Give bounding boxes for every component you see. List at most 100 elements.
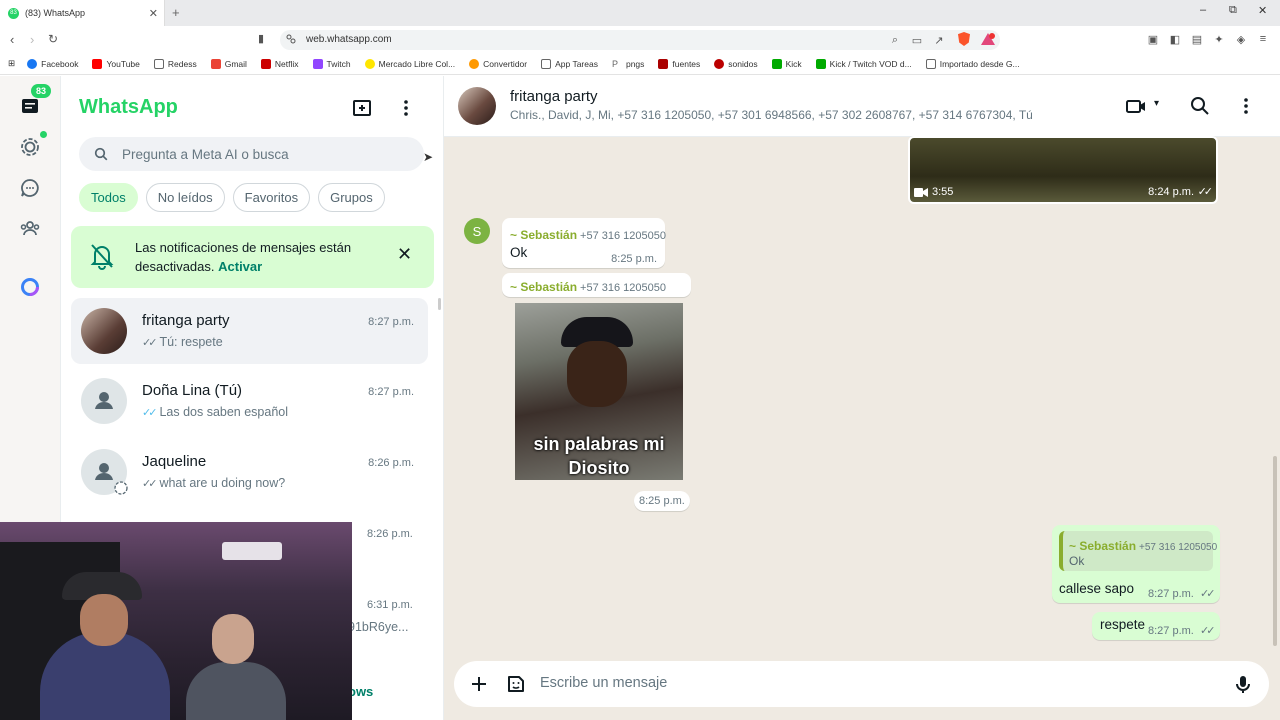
new-chat-icon[interactable]: [351, 97, 373, 119]
folder-icon: [925, 58, 936, 69]
status-icon[interactable]: [19, 136, 41, 158]
brave-rewards-icon[interactable]: [980, 32, 996, 46]
outgoing-message-reply[interactable]: ~ Sebastián +57 316 1205050 Ok callese sa…: [1052, 525, 1220, 603]
outgoing-message[interactable]: respete 8:27 p.m. ✓✓: [1092, 612, 1220, 640]
conversation-header[interactable]: fritanga party Chris., David, J, Mi, +57…: [444, 76, 1280, 137]
convertidor-icon: [469, 58, 480, 69]
bookmark-twitch[interactable]: Twitch: [312, 58, 351, 69]
chats-icon[interactable]: [19, 95, 41, 117]
filter-no-leidos[interactable]: No leídos: [145, 183, 225, 212]
search-input[interactable]: Pregunta a Meta AI o busca: [79, 137, 424, 171]
incoming-message[interactable]: ~ Sebastián +57 316 1205050 Ok 8:25 p.m.: [502, 218, 666, 268]
close-window-icon[interactable]: ✕: [1258, 4, 1267, 17]
group-name: fritanga party: [510, 88, 598, 105]
message-time: 8:25 p.m.: [639, 495, 685, 507]
filter-grupos[interactable]: Grupos: [318, 183, 385, 212]
wallet2-icon[interactable]: ▤: [1190, 33, 1204, 47]
forward-icon[interactable]: ›: [30, 32, 34, 47]
sender-avatar[interactable]: S: [464, 218, 490, 244]
wallet-icon[interactable]: ▣: [1146, 33, 1160, 47]
filter-favoritos[interactable]: Favoritos: [232, 183, 311, 212]
site-info-icon[interactable]: [286, 34, 296, 44]
notice-text: Las notificaciones de mensajes están des…: [135, 240, 352, 274]
quote-sender-name: ~ Sebastián: [1069, 539, 1137, 553]
chat-name: Jaqueline: [142, 453, 207, 470]
bookmark-kick-twitch-vod[interactable]: Kick / Twitch VOD d...: [815, 58, 912, 69]
webcam-overlay: [0, 522, 352, 720]
chat-row-jaqueline[interactable]: Jaqueline 8:26 p.m. ✓✓ what are u doing n…: [71, 439, 428, 505]
sidebar-toggle-icon[interactable]: ◧: [1168, 33, 1182, 47]
back-icon[interactable]: ‹: [10, 32, 14, 47]
vpn-icon[interactable]: ◈: [1234, 33, 1248, 47]
quoted-message[interactable]: ~ Sebastián +57 316 1205050 Ok: [1059, 531, 1217, 571]
bookmark-facebook[interactable]: Facebook: [27, 58, 78, 69]
reload-icon[interactable]: ↻: [48, 32, 58, 46]
cast-icon[interactable]: ▭: [910, 33, 924, 47]
chat-time: 6:31 p.m.: [367, 599, 413, 611]
bookmark-pngs[interactable]: Ppngs: [612, 59, 644, 69]
bookmark-kick[interactable]: Kick: [771, 58, 802, 69]
default-avatar: [81, 378, 127, 424]
bookmark-sonidos[interactable]: sonidos: [714, 58, 758, 69]
search-icon: [94, 147, 108, 161]
leo-ai-icon[interactable]: ✦: [1212, 33, 1226, 47]
filter-todos[interactable]: Todos: [79, 183, 138, 212]
video-duration: 3:55: [932, 186, 954, 198]
bookmark-app-tareas[interactable]: App Tareas: [541, 58, 598, 69]
message-text: callese sapo: [1059, 581, 1135, 596]
bookmark-convertidor[interactable]: Convertidor: [469, 58, 527, 69]
mouse-cursor-icon: ➤: [423, 150, 434, 164]
chat-row-fritanga-party[interactable]: fritanga party 8:27 p.m. ✓✓ Tú: respete: [71, 298, 428, 364]
minimize-icon[interactable]: –: [1200, 4, 1206, 16]
search-icon[interactable]: [1189, 95, 1211, 117]
sender-name: ~ Sebastián: [510, 228, 578, 242]
bookmarks-bar: ⊞ Facebook YouTube Redess Gmail Netflix …: [0, 53, 1280, 75]
channels-icon[interactable]: [19, 177, 41, 199]
whatsapp-logo-text: WhatsApp: [79, 96, 178, 118]
menu-icon[interactable]: ≡: [1256, 33, 1270, 47]
restore-icon[interactable]: ⧉: [1229, 4, 1237, 17]
new-tab-icon[interactable]: +: [172, 5, 180, 20]
bookmark-mercadolibre[interactable]: Mercado Libre Col...: [364, 58, 455, 69]
bookmark-redess[interactable]: Redess: [153, 58, 197, 69]
chat-row-dona-lina[interactable]: Doña Lina (Tú) 8:27 p.m. ✓✓ Las dos saben…: [71, 368, 428, 434]
chevron-down-icon[interactable]: ▾: [1154, 98, 1159, 109]
menu-dots-icon[interactable]: [395, 97, 417, 119]
bookmark-netflix[interactable]: Netflix: [260, 58, 299, 69]
message-time: 8:25 p.m.: [611, 253, 657, 265]
message-composer[interactable]: Escribe un mensaje: [454, 661, 1269, 707]
close-tab-icon[interactable]: ✕: [149, 7, 158, 20]
video-message[interactable]: 3:55 8:24 p.m. ✓✓: [908, 136, 1218, 204]
activate-notifications-link[interactable]: Activar: [218, 259, 262, 274]
zoom-icon[interactable]: ⌕: [888, 33, 902, 47]
chat-time: 8:27 p.m.: [368, 316, 414, 328]
sender-name: ~ Sebastián: [510, 280, 578, 294]
share-icon[interactable]: ↗: [932, 33, 946, 47]
chat-preview: ✓✓ Las dos saben español: [142, 405, 289, 419]
microphone-icon[interactable]: [1232, 673, 1254, 695]
chat-list-scrollbar[interactable]: [438, 298, 441, 310]
bookmark-fuentes[interactable]: fuentes: [658, 58, 700, 69]
bookmark-icon[interactable]: ▮: [258, 32, 264, 45]
menu-dots-icon[interactable]: [1235, 95, 1257, 117]
apps-grid-icon[interactable]: ⊞: [8, 58, 15, 69]
close-notice-icon[interactable]: ✕: [397, 244, 412, 265]
bookmark-gmail[interactable]: Gmail: [210, 58, 247, 69]
video-call-icon[interactable]: [1125, 95, 1147, 117]
bookmark-youtube[interactable]: YouTube: [92, 58, 140, 69]
sticker-image[interactable]: sin palabras mi Diosito: [515, 303, 683, 480]
attach-plus-icon[interactable]: [468, 673, 490, 695]
conversation-scrollbar[interactable]: [1273, 456, 1277, 646]
kick-icon: [771, 58, 782, 69]
bookmark-importado[interactable]: Importado desde G...: [925, 58, 1020, 69]
gmail-icon: [210, 58, 221, 69]
air-conditioner: [222, 542, 282, 560]
group-avatar: [458, 87, 496, 125]
sticker-emoji-icon[interactable]: [505, 673, 527, 695]
youtube-icon: [92, 58, 103, 69]
meta-ai-icon[interactable]: [19, 276, 41, 298]
kick-icon: [815, 58, 826, 69]
communities-icon[interactable]: [19, 217, 41, 239]
folder-icon: [153, 58, 164, 69]
browser-tab-whatsapp[interactable]: 83 (83) WhatsApp ✕: [0, 0, 165, 26]
